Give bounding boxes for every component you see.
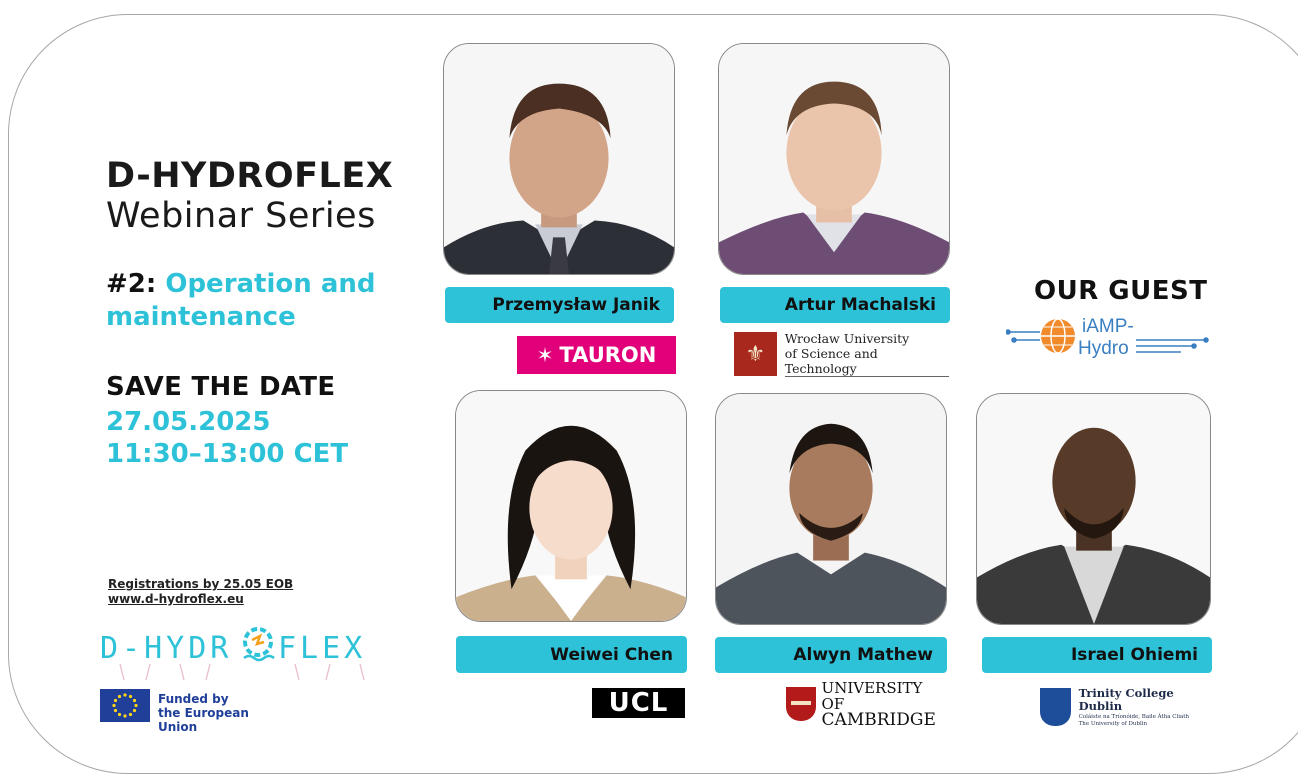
tauron-text: TAURON bbox=[559, 343, 657, 367]
logo-text-right: FLEX bbox=[278, 631, 366, 666]
eu-flag-icon bbox=[100, 689, 150, 722]
title-line2: Webinar Series bbox=[106, 196, 376, 236]
d-hydroflex-logo: D-HYDR FLEX bbox=[100, 624, 375, 681]
speaker-photo-2 bbox=[718, 43, 950, 275]
speaker-photo-3 bbox=[455, 390, 687, 622]
tcd-line3: The University of Dublin bbox=[1078, 720, 1148, 727]
logo-text-left: D-HYDR bbox=[100, 631, 232, 666]
iamp-hydro-logo: iAMP- Hydro bbox=[1005, 314, 1211, 360]
event-date: 27.05.2025 bbox=[106, 407, 271, 437]
tcd-line1: Trinity College Dublin bbox=[1078, 685, 1174, 713]
registration-link[interactable]: www.d-hydroflex.eu bbox=[108, 592, 293, 607]
registration-deadline: Registrations by 25.05 EOB bbox=[108, 577, 294, 591]
tcd-line2: Coláiste na Tríonóide, Baile Átha Cliath bbox=[1078, 713, 1190, 720]
eu-line1: Funded by bbox=[158, 692, 229, 706]
eu-line2: the European Union bbox=[158, 706, 249, 734]
event-time: 11:30–13:00 CET bbox=[106, 439, 349, 469]
speaker-name-5: Israel Ohiemi bbox=[982, 637, 1212, 673]
hydro-text: Hydro bbox=[1078, 338, 1129, 359]
speaker-name-2: Artur Machalski bbox=[720, 287, 950, 323]
our-guest-label: OUR GUEST bbox=[1034, 276, 1208, 306]
speaker-photo-4 bbox=[715, 393, 947, 625]
iamp-text: iAMP- bbox=[1082, 316, 1134, 337]
pwr-line1: Wrocław University bbox=[784, 331, 910, 346]
registration-info[interactable]: Registrations by 25.05 EOB www.d-hydrofl… bbox=[108, 577, 293, 607]
ucl-logo: UCL bbox=[592, 688, 685, 718]
circuit-right-icon bbox=[1136, 337, 1209, 353]
webinar-topic: #2: Operation and maintenance bbox=[106, 269, 376, 332]
save-the-date-label: SAVE THE DATE bbox=[106, 372, 336, 402]
tauron-mark-icon: ✶ bbox=[536, 343, 554, 367]
speaker-name-4: Alwyn Mathew bbox=[715, 637, 947, 673]
event-datetime: 27.05.2025 11:30–13:00 CET bbox=[106, 406, 348, 470]
topic-number: #2 bbox=[106, 269, 146, 299]
cambridge-logo: UNIVERSITY OF CAMBRIDGE bbox=[786, 680, 948, 729]
cambridge-shield-icon bbox=[786, 687, 816, 721]
gear-wave-icon bbox=[243, 627, 275, 662]
eagle-crest-icon: ⚜ bbox=[734, 332, 777, 376]
title-line1: D-HYDROFLEX bbox=[106, 156, 394, 196]
tcd-shield-icon bbox=[1040, 688, 1071, 726]
ucl-text: UCL bbox=[608, 688, 669, 718]
tauron-logo: ✶ TAURON bbox=[517, 336, 676, 374]
speaker-photo-1 bbox=[443, 43, 675, 275]
eu-funding: Funded by the European Union bbox=[100, 689, 280, 734]
circuit-left-icon bbox=[1005, 329, 1040, 343]
speaker-name-3: Weiwei Chen bbox=[456, 636, 687, 673]
globe-icon bbox=[1041, 318, 1075, 354]
webinar-title: D-HYDROFLEX Webinar Series bbox=[106, 156, 393, 236]
tcd-logo: Trinity College Dublin Coláiste na Tríon… bbox=[1040, 686, 1215, 728]
pwr-line2: of Science and Technology bbox=[784, 346, 878, 376]
cambridge-line1: UNIVERSITY OF bbox=[821, 679, 923, 713]
speaker-photo-5 bbox=[976, 393, 1211, 625]
cambridge-line2: CAMBRIDGE bbox=[821, 710, 936, 730]
speaker-name-1: Przemysław Janik bbox=[445, 287, 674, 323]
pwr-logo: ⚜ Wrocław University of Science and Tech… bbox=[734, 331, 949, 377]
